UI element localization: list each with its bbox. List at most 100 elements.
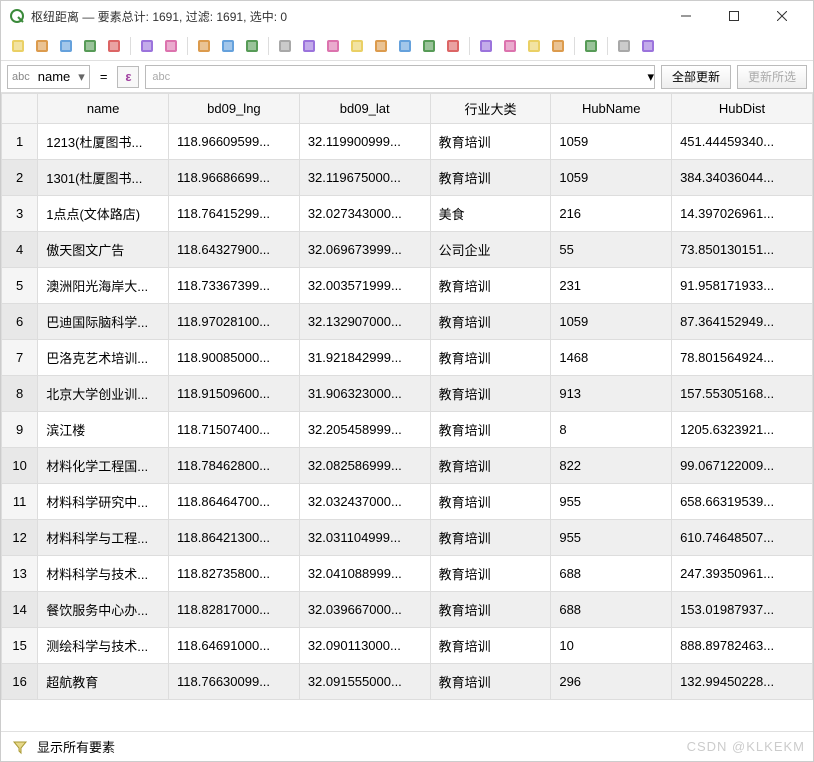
col-header[interactable]: bd09_lng <box>169 94 300 124</box>
cell-lng[interactable]: 118.97028100... <box>169 304 300 340</box>
cell-lng[interactable]: 118.90085000... <box>169 340 300 376</box>
row-header[interactable]: 2 <box>2 160 38 196</box>
cell-name[interactable]: 傲天图文广告 <box>38 232 169 268</box>
col-header[interactable]: name <box>38 94 169 124</box>
cell-lng[interactable]: 118.71507400... <box>169 412 300 448</box>
cell-hubname[interactable]: 296 <box>551 664 672 700</box>
table-row[interactable]: 10 材料化学工程国... 118.78462800... 32.0825869… <box>2 448 813 484</box>
cell-hubname[interactable]: 822 <box>551 448 672 484</box>
cell-name[interactable]: 滨江楼 <box>38 412 169 448</box>
cell-hubdist[interactable]: 14.397026961... <box>672 196 813 232</box>
cell-category[interactable]: 教育培训 <box>430 592 551 628</box>
cell-hubdist[interactable]: 610.74648507... <box>672 520 813 556</box>
cell-category[interactable]: 教育培训 <box>430 160 551 196</box>
col-header[interactable]: HubDist <box>672 94 813 124</box>
toggle-edit-icon[interactable] <box>31 35 53 57</box>
cell-hubname[interactable]: 1059 <box>551 124 672 160</box>
cell-lat[interactable]: 32.069673999... <box>299 232 430 268</box>
cell-lat[interactable]: 32.119675000... <box>299 160 430 196</box>
cell-lat[interactable]: 32.119900999... <box>299 124 430 160</box>
field-calc-icon[interactable] <box>547 35 569 57</box>
cut-icon[interactable] <box>193 35 215 57</box>
cell-lat[interactable]: 32.090113000... <box>299 628 430 664</box>
cell-name[interactable]: 澳洲阳光海岸大... <box>38 268 169 304</box>
row-header[interactable]: 16 <box>2 664 38 700</box>
cell-lng[interactable]: 118.64691000... <box>169 628 300 664</box>
table-row[interactable]: 16 超航教育 118.76630099... 32.091555000... … <box>2 664 813 700</box>
add-feature-icon[interactable] <box>79 35 101 57</box>
cell-lat[interactable]: 31.921842999... <box>299 340 430 376</box>
cell-hubname[interactable]: 231 <box>551 268 672 304</box>
new-row-icon[interactable] <box>136 35 158 57</box>
cell-lng[interactable]: 118.73367399... <box>169 268 300 304</box>
cell-lng[interactable]: 118.86464700... <box>169 484 300 520</box>
dock-icon[interactable] <box>613 35 635 57</box>
move-top-icon[interactable] <box>394 35 416 57</box>
cell-hubdist[interactable]: 1205.6323921... <box>672 412 813 448</box>
cell-category[interactable]: 教育培训 <box>430 376 551 412</box>
cell-lng[interactable]: 118.76415299... <box>169 196 300 232</box>
cell-hubname[interactable]: 1059 <box>551 160 672 196</box>
cell-lat[interactable]: 32.027343000... <box>299 196 430 232</box>
cell-hubname[interactable]: 8 <box>551 412 672 448</box>
row-header[interactable]: 13 <box>2 556 38 592</box>
row-header[interactable]: 9 <box>2 412 38 448</box>
cell-category[interactable]: 教育培训 <box>430 628 551 664</box>
cell-category[interactable]: 教育培训 <box>430 520 551 556</box>
cell-lat[interactable]: 32.039667000... <box>299 592 430 628</box>
cell-lng[interactable]: 118.86421300... <box>169 520 300 556</box>
table-row[interactable]: 2 1301(杜厦图书... 118.96686699... 32.119675… <box>2 160 813 196</box>
row-header[interactable]: 3 <box>2 196 38 232</box>
chevron-down-icon[interactable]: ▾ <box>647 69 654 85</box>
cell-name[interactable]: 1213(杜厦图书... <box>38 124 169 160</box>
cell-category[interactable]: 教育培训 <box>430 412 551 448</box>
copy-icon[interactable] <box>217 35 239 57</box>
cell-hubname[interactable]: 55 <box>551 232 672 268</box>
cell-category[interactable]: 公司企业 <box>430 232 551 268</box>
row-header[interactable]: 15 <box>2 628 38 664</box>
row-header[interactable]: 11 <box>2 484 38 520</box>
cell-category[interactable]: 教育培训 <box>430 268 551 304</box>
expression-button[interactable]: ε <box>117 66 139 88</box>
table-row[interactable]: 12 材料科学与工程... 118.86421300... 32.0311049… <box>2 520 813 556</box>
cell-category[interactable]: 美食 <box>430 196 551 232</box>
cell-hubdist[interactable]: 451.44459340... <box>672 124 813 160</box>
conditional-format-icon[interactable] <box>580 35 602 57</box>
cell-name[interactable]: 巴迪国际脑科学... <box>38 304 169 340</box>
table-row[interactable]: 4 傲天图文广告 118.64327900... 32.069673999...… <box>2 232 813 268</box>
cell-hubdist[interactable]: 78.801564924... <box>672 340 813 376</box>
cell-name[interactable]: 材料化学工程国... <box>38 448 169 484</box>
cell-hubdist[interactable]: 888.89782463... <box>672 628 813 664</box>
cell-hubdist[interactable]: 132.99450228... <box>672 664 813 700</box>
cell-lng[interactable]: 118.96609599... <box>169 124 300 160</box>
cell-name[interactable]: 1301(杜厦图书... <box>38 160 169 196</box>
organize-columns-icon[interactable] <box>523 35 545 57</box>
cell-lat[interactable]: 32.003571999... <box>299 268 430 304</box>
pencil-icon[interactable] <box>7 35 29 57</box>
delete-field-icon[interactable] <box>499 35 521 57</box>
attribute-table[interactable]: name bd09_lng bd09_lat 行业大类 HubName HubD… <box>1 93 813 731</box>
cell-hubname[interactable]: 955 <box>551 484 672 520</box>
row-header[interactable]: 14 <box>2 592 38 628</box>
cell-hubdist[interactable]: 73.850130151... <box>672 232 813 268</box>
table-row[interactable]: 3 1点点(文体路店) 118.76415299... 32.027343000… <box>2 196 813 232</box>
zoom-to-icon[interactable] <box>442 35 464 57</box>
filter-select-icon[interactable] <box>370 35 392 57</box>
cell-lat[interactable]: 32.031104999... <box>299 520 430 556</box>
show-all-features[interactable]: 显示所有要素 <box>37 737 115 756</box>
table-row[interactable]: 6 巴迪国际脑科学... 118.97028100... 32.13290700… <box>2 304 813 340</box>
table-row[interactable]: 8 北京大学创业训... 118.91509600... 31.90632300… <box>2 376 813 412</box>
cell-category[interactable]: 教育培训 <box>430 340 551 376</box>
row-header[interactable]: 5 <box>2 268 38 304</box>
row-header[interactable]: 4 <box>2 232 38 268</box>
table-row[interactable]: 9 滨江楼 118.71507400... 32.205458999... 教育… <box>2 412 813 448</box>
cell-lat[interactable]: 32.132907000... <box>299 304 430 340</box>
invert-select-icon[interactable] <box>322 35 344 57</box>
cell-hubname[interactable]: 10 <box>551 628 672 664</box>
cell-hubdist[interactable]: 99.067122009... <box>672 448 813 484</box>
cell-lng[interactable]: 118.82817000... <box>169 592 300 628</box>
cell-category[interactable]: 教育培训 <box>430 484 551 520</box>
row-header[interactable]: 8 <box>2 376 38 412</box>
col-header[interactable]: 行业大类 <box>430 94 551 124</box>
expression-input[interactable] <box>176 69 647 84</box>
